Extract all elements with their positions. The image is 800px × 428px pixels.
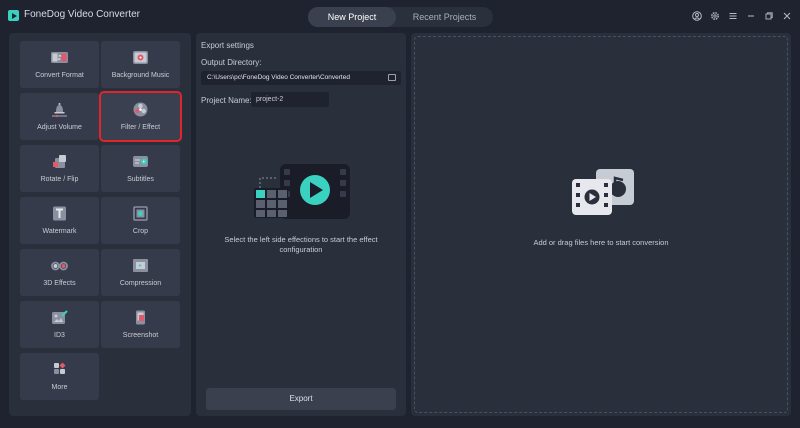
background-music-icon: [133, 51, 148, 64]
title-bar: FoneDog Video Converter New Project Rece…: [0, 0, 800, 32]
tab-recent-projects[interactable]: Recent Projects: [396, 7, 493, 27]
export-settings-title: Export settings: [201, 41, 254, 50]
watermark-icon: [53, 206, 66, 221]
tool-label: Background Music: [111, 72, 170, 79]
tab-new-project[interactable]: New Project: [308, 7, 396, 27]
project-tabs: New Project Recent Projects: [308, 7, 493, 27]
tool-convert-format[interactable]: Convert Format: [20, 41, 99, 88]
adjust-volume-icon: [52, 103, 67, 118]
screenshot-icon: [136, 310, 145, 325]
crop-icon: [133, 206, 148, 221]
tool-filter-effect[interactable]: Filter / Effect: [99, 91, 182, 142]
project-name-input[interactable]: project-2: [251, 92, 329, 107]
user-icon[interactable]: [692, 11, 702, 21]
app-title: FoneDog Video Converter: [24, 9, 140, 20]
rotate-flip-icon: [53, 155, 66, 168]
tool-label: ID3: [54, 332, 65, 339]
tool-label: Crop: [132, 228, 149, 235]
convert-format-icon: [51, 52, 68, 63]
drop-panel: Add or drag files here to start conversi…: [411, 33, 791, 416]
tool-label: Screenshot: [122, 332, 159, 339]
effect-hint: Select the left side effections to start…: [224, 235, 378, 254]
tool-label: Watermark: [42, 228, 77, 235]
export-button[interactable]: Export: [206, 388, 396, 410]
tool-label: Compression: [119, 280, 162, 287]
more-icon: [54, 362, 66, 374]
add-media-icon: [572, 169, 634, 215]
tools-panel: Convert Format Background Music Adjust V…: [9, 33, 191, 416]
effect-illustration-icon: [254, 164, 350, 219]
output-directory-field[interactable]: C:\Users\pc\FoneDog Video Converter\Conv…: [201, 71, 401, 85]
tool-screenshot[interactable]: Screenshot: [101, 301, 180, 348]
project-name-label: Project Name:: [201, 96, 252, 105]
drop-zone[interactable]: Add or drag files here to start conversi…: [414, 36, 788, 413]
tool-label: Rotate / Flip: [40, 176, 79, 183]
menu-icon[interactable]: [728, 11, 738, 21]
close-icon[interactable]: [782, 11, 792, 21]
window-controls: [692, 10, 792, 22]
output-directory-value: C:\Users\pc\FoneDog Video Converter\Conv…: [207, 74, 350, 81]
tool-background-music[interactable]: Background Music: [101, 41, 180, 88]
tool-label: Adjust Volume: [37, 124, 82, 131]
tool-watermark[interactable]: Watermark: [20, 197, 99, 244]
tool-id3[interactable]: ID3: [20, 301, 99, 348]
tool-3d-effects[interactable]: 3D Effects: [20, 249, 99, 296]
app-logo-icon: [8, 10, 19, 21]
compression-icon: [133, 259, 148, 272]
tool-label: Filter / Effect: [120, 124, 161, 131]
tool-adjust-volume[interactable]: Adjust Volume: [20, 93, 99, 140]
tool-rotate-flip[interactable]: Rotate / Flip: [20, 145, 99, 192]
id3-icon: [52, 310, 68, 324]
drop-hint: Add or drag files here to start conversi…: [533, 238, 669, 247]
output-directory-label: Output Directory:: [201, 58, 262, 67]
restore-icon[interactable]: [764, 11, 774, 21]
settings-icon[interactable]: [710, 11, 720, 21]
tool-label: More: [51, 384, 68, 391]
subtitles-icon: [133, 156, 148, 167]
tool-crop[interactable]: Crop: [101, 197, 180, 244]
tool-subtitles[interactable]: Subtitles: [101, 145, 180, 192]
tool-compression[interactable]: Compression: [101, 249, 180, 296]
export-settings-panel: Export settings Output Directory: C:\Use…: [196, 33, 406, 416]
minimize-icon[interactable]: [746, 11, 756, 21]
tool-label: 3D Effects: [43, 280, 76, 287]
tool-more[interactable]: More: [20, 353, 99, 400]
tool-label: Convert Format: [35, 72, 84, 79]
3d-effects-icon: [51, 261, 68, 271]
filter-effect-icon: [133, 102, 148, 117]
tool-label: Subtitles: [127, 176, 154, 183]
folder-icon[interactable]: [388, 74, 396, 81]
